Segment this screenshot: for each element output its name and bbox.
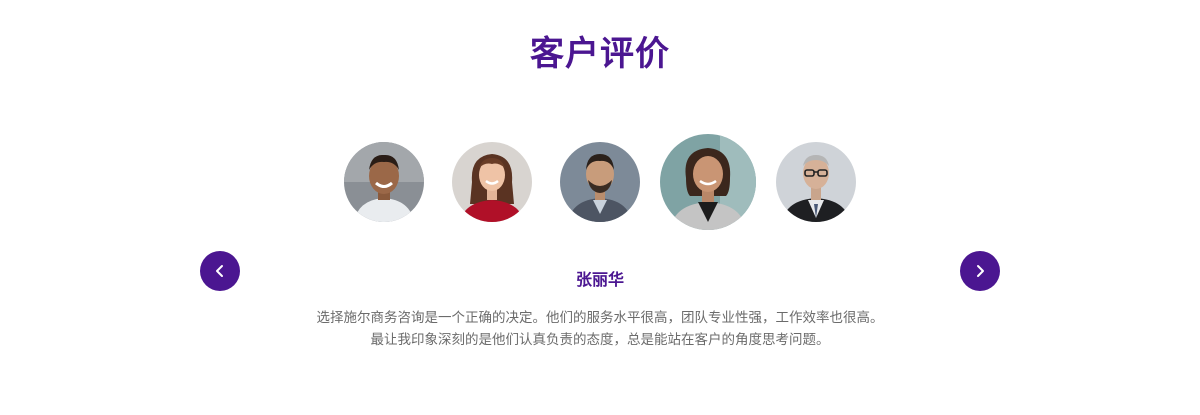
testimonial-quote-line: 最让我印象深刻的是他们认真负责的态度，总是能站在客户的角度思考问题。: [370, 332, 830, 348]
avatar-woman-gray-blazer[interactable]: [660, 134, 756, 230]
testimonial-quote-line: 选择施尔商务咨询是一个正确的决定。他们的服务水平很高，团队专业性强，工作效率也很…: [316, 310, 884, 326]
testimonial-author-name: 张丽华: [575, 270, 624, 289]
testimonials-section: 客户评价 张丽华 选择施尔商务咨询是一个正确的决定。他们的服务水平很高，团队专业…: [0, 0, 1200, 415]
section-title: 客户评价: [530, 34, 670, 74]
avatar-carousel: [0, 130, 1200, 240]
avatar-man-smiling[interactable]: [344, 142, 424, 222]
avatar-man-glasses[interactable]: [776, 142, 856, 222]
avatar-man-beard[interactable]: [560, 142, 640, 222]
testimonial-quote: 选择施尔商务咨询是一个正确的决定。他们的服务水平很高，团队专业性强，工作效率也很…: [250, 307, 950, 351]
avatar-woman-red-sweater[interactable]: [452, 142, 532, 222]
